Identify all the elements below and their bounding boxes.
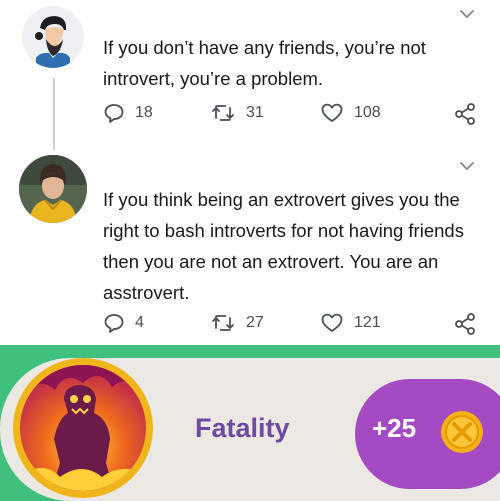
retweet-count: 31 bbox=[246, 104, 264, 121]
reply-count: 18 bbox=[135, 104, 153, 121]
retweet-icon bbox=[212, 105, 234, 121]
reply-button[interactable]: 4 bbox=[103, 312, 144, 334]
tweet-text: If you don’t have any friends, you’re no… bbox=[103, 37, 426, 89]
chevron-down-icon[interactable] bbox=[458, 160, 476, 172]
retweet-count: 27 bbox=[246, 314, 264, 331]
like-button[interactable]: 121 bbox=[320, 312, 381, 334]
share-button[interactable] bbox=[453, 312, 477, 336]
person-yellow-jacket-avatar[interactable] bbox=[19, 155, 87, 223]
bearded-man-avatar[interactable] bbox=[22, 6, 84, 68]
heart-icon bbox=[321, 103, 343, 122]
score-value: +25 bbox=[372, 413, 417, 443]
retweet-icon bbox=[212, 315, 234, 331]
retweet-button[interactable]: 27 bbox=[210, 312, 264, 334]
reply-button[interactable]: 18 bbox=[103, 102, 153, 124]
like-button[interactable]: 108 bbox=[320, 102, 381, 124]
reply-icon bbox=[104, 104, 124, 123]
heart-icon bbox=[321, 313, 343, 332]
tweet-text: If you think being an extrovert gives yo… bbox=[103, 189, 464, 303]
thread-connector-line bbox=[53, 78, 55, 150]
retweet-button[interactable]: 31 bbox=[210, 102, 264, 124]
fire-monster-badge bbox=[13, 358, 153, 498]
achievement-label: Fatality bbox=[195, 413, 290, 443]
tweet-actions: 4 27 121 bbox=[103, 312, 483, 336]
reply-icon bbox=[104, 314, 124, 333]
share-icon bbox=[455, 313, 475, 335]
tweet-actions: 18 31 108 bbox=[103, 102, 483, 126]
like-count: 121 bbox=[354, 314, 381, 331]
like-count: 108 bbox=[354, 104, 381, 121]
gold-coin-icon bbox=[441, 411, 483, 453]
reply-count: 4 bbox=[135, 314, 144, 331]
chevron-down-icon[interactable] bbox=[458, 8, 476, 20]
share-icon bbox=[455, 103, 475, 125]
share-button[interactable] bbox=[453, 102, 477, 126]
